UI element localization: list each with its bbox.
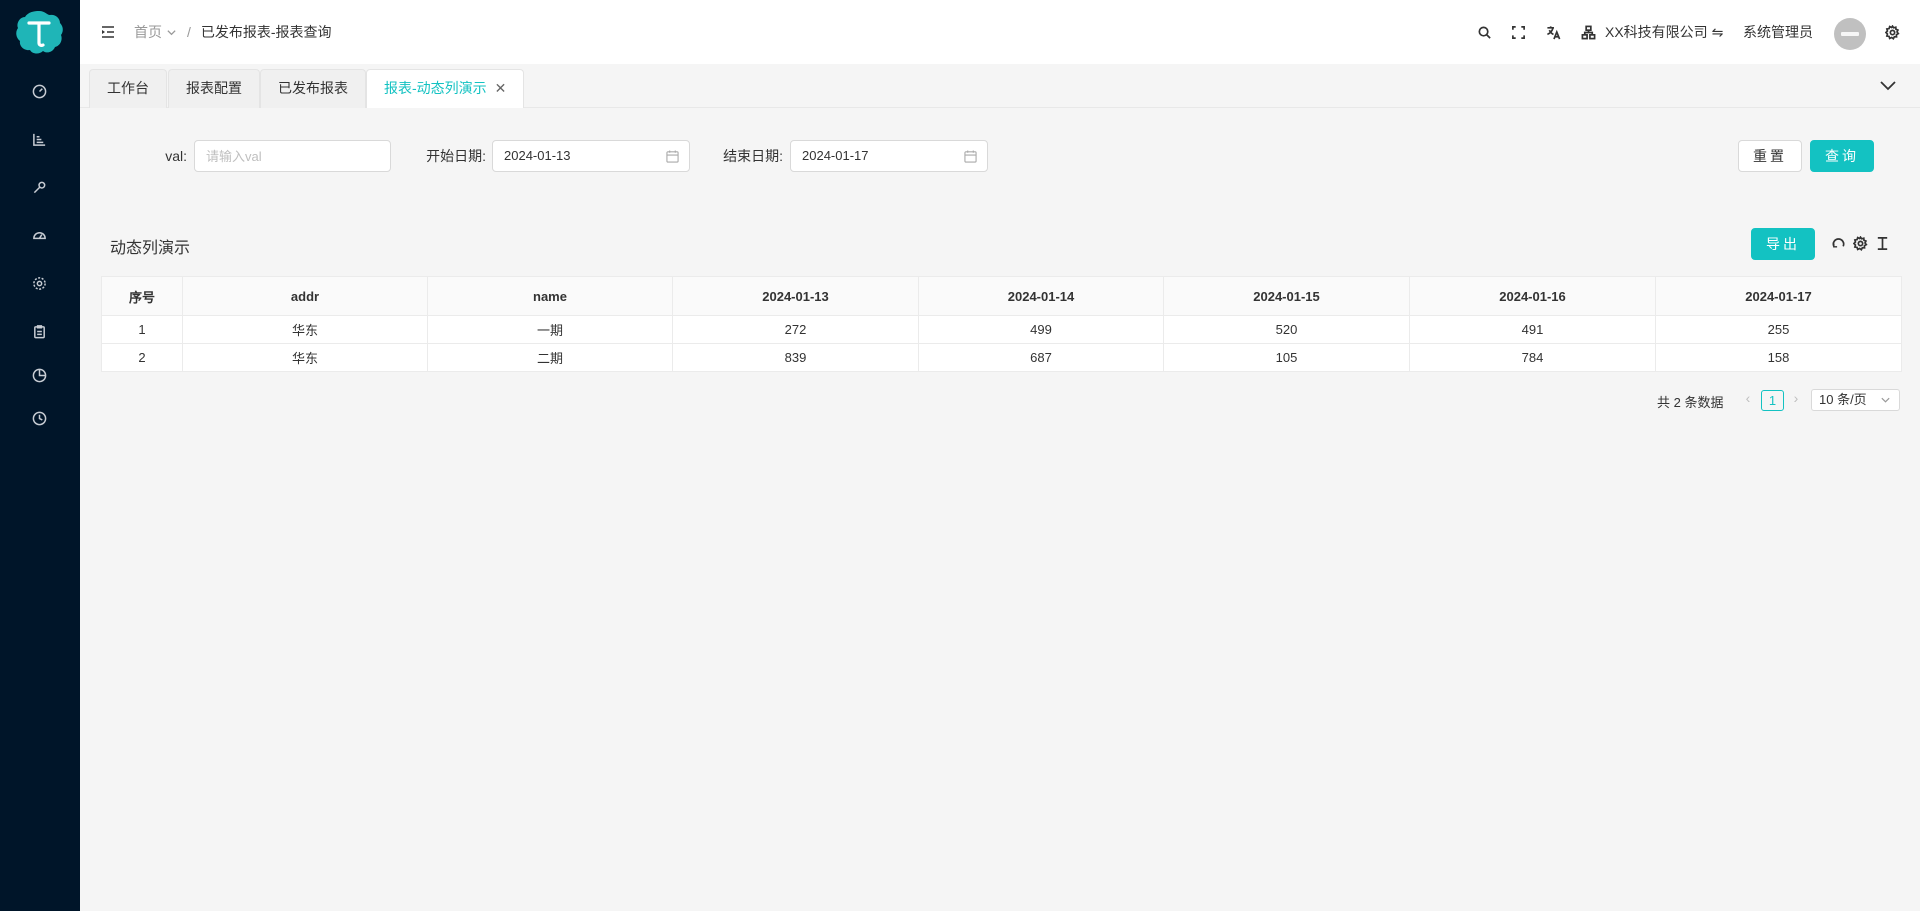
calendar-icon [964, 150, 977, 163]
table-cell: 499 [918, 315, 1164, 344]
end-date-label: 结束日期: [723, 148, 783, 164]
table-cell: 491 [1409, 315, 1656, 344]
avatar[interactable] [1834, 18, 1866, 50]
gauge-icon[interactable] [29, 225, 49, 245]
density-icon[interactable] [1873, 234, 1891, 252]
gear-icon[interactable] [1882, 22, 1902, 42]
chart-icon[interactable] [29, 129, 49, 149]
table-cell: 839 [672, 343, 919, 372]
column-settings-icon[interactable] [1851, 234, 1869, 252]
clipboard-icon[interactable] [29, 321, 49, 341]
query-button[interactable]: 查询 [1810, 140, 1874, 172]
table-cell: 158 [1655, 343, 1902, 372]
start-date-picker[interactable]: 2024-01-13 [492, 140, 690, 172]
column-header[interactable]: name [427, 276, 673, 316]
breadcrumb-current: 已发布报表-报表查询 [200, 24, 332, 40]
tab-workbench[interactable]: 工作台 [89, 69, 167, 108]
tab-label: 报表-动态列演示 [384, 80, 487, 96]
column-header[interactable]: 2024-01-15 [1163, 276, 1410, 316]
chevron-down-icon[interactable] [1878, 78, 1898, 94]
reset-button[interactable]: 重置 [1738, 140, 1802, 172]
page-number-current[interactable]: 1 [1761, 390, 1784, 411]
export-button[interactable]: 导出 [1751, 228, 1815, 260]
breadcrumb-separator: / [187, 24, 191, 40]
close-icon[interactable]: ✕ [495, 80, 507, 96]
start-date-label: 开始日期: [426, 148, 486, 164]
tab-dynamic-columns-demo[interactable]: 报表-动态列演示 ✕ [366, 69, 525, 108]
breadcrumb: 首页 / 已发布报表-报表查询 [134, 22, 332, 42]
table-row[interactable]: 2 华东 二期 839 687 105 784 158 [101, 343, 1902, 372]
breadcrumb-home[interactable]: 首页 [134, 22, 177, 42]
table-title: 动态列演示 [110, 240, 191, 257]
chevron-down-icon [167, 29, 176, 35]
page-size-value: 10 条/页 [1819, 392, 1867, 407]
table-cell: 二期 [427, 343, 673, 372]
user-name[interactable]: 系统管理员 [1743, 22, 1813, 42]
prev-page-button[interactable]: ‹ [1741, 390, 1755, 408]
table-cell: 华东 [182, 315, 428, 344]
table-cell: 1 [101, 315, 183, 344]
val-input[interactable] [194, 140, 391, 172]
table-cell: 784 [1409, 343, 1656, 372]
column-header[interactable]: 2024-01-17 [1655, 276, 1902, 316]
settings-icon[interactable] [29, 273, 49, 293]
start-date-value: 2024-01-13 [504, 148, 571, 163]
column-header[interactable]: 2024-01-16 [1409, 276, 1656, 316]
tool-icon[interactable] [29, 177, 49, 197]
column-header[interactable]: 序号 [101, 276, 183, 316]
app-logo [16, 11, 63, 54]
table-cell: 255 [1655, 315, 1902, 344]
calendar-icon [666, 150, 679, 163]
page-size-select[interactable]: 10 条/页 [1811, 389, 1900, 411]
table-cell: 105 [1163, 343, 1410, 372]
sidebar [0, 0, 80, 911]
table-cell: 520 [1163, 315, 1410, 344]
table-cell: 272 [672, 315, 919, 344]
table-row[interactable]: 1 华东 一期 272 499 520 491 255 [101, 315, 1902, 344]
column-header[interactable]: 2024-01-13 [672, 276, 919, 316]
table-cell: 华东 [182, 343, 428, 372]
column-header[interactable]: addr [182, 276, 428, 316]
val-label: val: [165, 148, 187, 164]
next-page-button[interactable]: › [1789, 390, 1803, 408]
table-header-row: 序号 addr name 2024-01-13 2024-01-14 2024-… [101, 276, 1902, 316]
end-date-picker[interactable]: 2024-01-17 [790, 140, 988, 172]
search-icon[interactable] [1474, 22, 1494, 42]
pagination-total: 共 2 条数据 [1657, 395, 1724, 410]
chevron-down-icon [1881, 397, 1890, 403]
refresh-icon[interactable] [1829, 234, 1847, 252]
company-switcher[interactable]: XX科技有限公司 ⇋ [1605, 22, 1723, 42]
table-cell: 2 [101, 343, 183, 372]
pie-icon[interactable] [29, 365, 49, 385]
fullscreen-icon[interactable] [1508, 22, 1528, 42]
report-table: 序号 addr name 2024-01-13 2024-01-14 2024-… [101, 276, 1902, 372]
column-header[interactable]: 2024-01-14 [918, 276, 1164, 316]
table-cell: 一期 [427, 315, 673, 344]
dashboard-icon[interactable] [29, 81, 49, 101]
top-header: 首页 / 已发布报表-报表查询 XX科技有限公司 ⇋ 系统管理员 [80, 0, 1920, 64]
tab-published-reports[interactable]: 已发布报表 [260, 69, 366, 108]
table-cell: 687 [918, 343, 1164, 372]
menu-fold-icon[interactable] [98, 22, 118, 42]
clock-icon[interactable] [29, 408, 49, 428]
breadcrumb-home-label: 首页 [134, 24, 162, 40]
translate-icon[interactable] [1543, 22, 1563, 42]
org-icon[interactable] [1578, 22, 1598, 42]
end-date-value: 2024-01-17 [802, 148, 869, 163]
tabs-bar: 工作台 报表配置 已发布报表 报表-动态列演示 ✕ [80, 64, 1920, 108]
tab-report-config[interactable]: 报表配置 [168, 69, 260, 108]
